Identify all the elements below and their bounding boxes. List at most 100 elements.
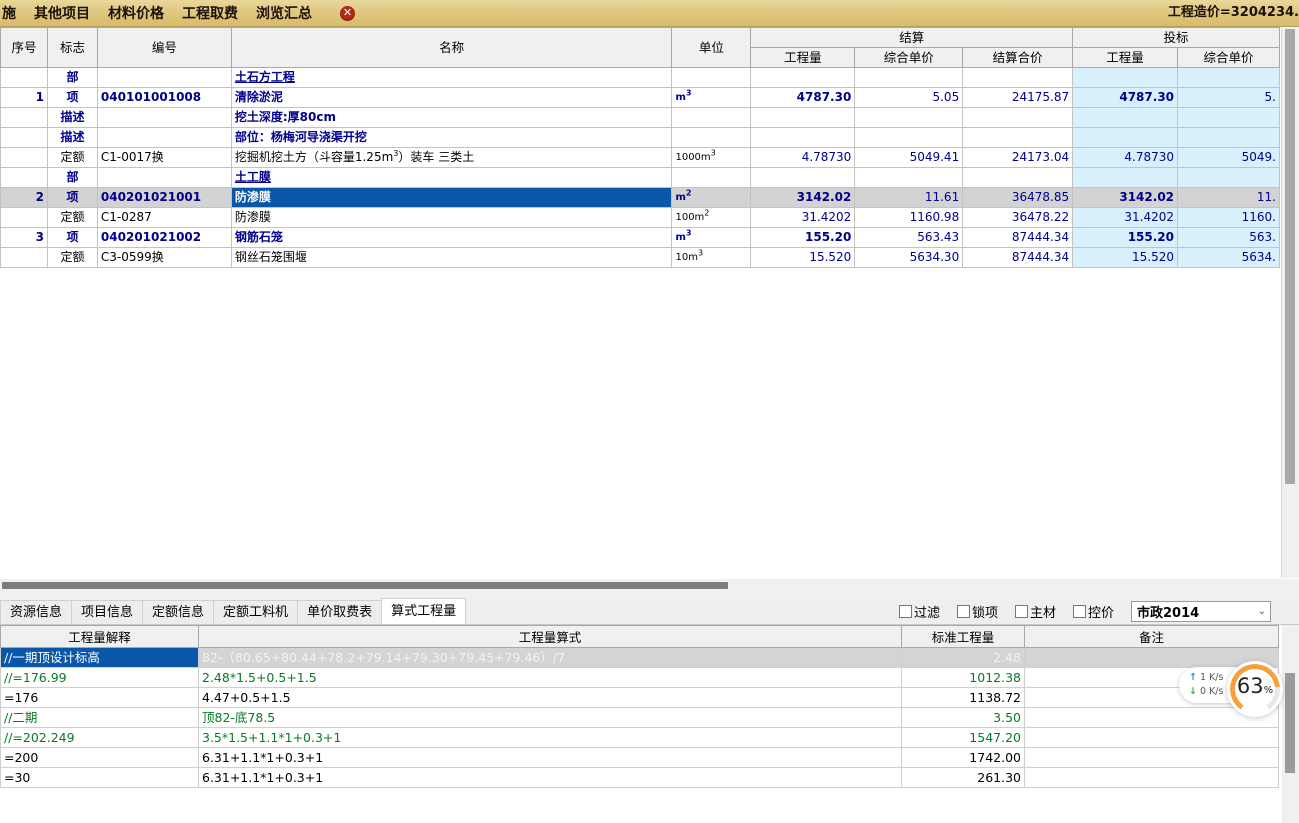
list-item[interactable]: //=202.249 3.5*1.5+1.1*1+0.3+1 1547.20 — [0, 727, 1279, 748]
list-item[interactable]: //二期 顶82-底78.5 3.50 — [0, 707, 1279, 728]
menu-item-1[interactable]: 其他项目 — [34, 3, 90, 23]
cell-settle-total — [962, 67, 1074, 88]
cell-explain[interactable]: //二期 — [0, 707, 199, 728]
menu-item-3[interactable]: 工程取费 — [182, 3, 238, 23]
bill-items-grid[interactable]: 序号 标志 编号 名称 单位 结算 投标 工程量 综合单价 结算合价 工程量 综合单价部土石方工程 1 项… — [0, 27, 1280, 578]
formula-quantity-grid[interactable]: 工程量解释 工程量算式 标准工程量 备注//一期顶设计标高 82-（80.65+80.4… — [0, 625, 1299, 823]
lower-col-header-3[interactable]: 备注 — [1024, 625, 1279, 648]
upper-vscroll-thumb[interactable] — [1285, 29, 1295, 484]
table-row[interactable]: 定额 C1-0017换 挖掘机挖土方（斗容量1.25m3）装车 三类土 1000m3 4… — [0, 147, 1280, 168]
chevron-down-icon[interactable]: ⌄ — [1258, 606, 1266, 617]
lower-col-header-1[interactable]: 工程量算式 — [198, 625, 902, 648]
cell-code: C3-0599换 — [96, 247, 232, 268]
cell-name[interactable]: 钢丝石笼围堰 — [230, 247, 673, 268]
table-row[interactable]: 3 项 040201021002 钢筋石笼 m3 155.20 563.43 87444.34… — [0, 227, 1280, 248]
menu-item-2[interactable]: 材料价格 — [108, 3, 164, 23]
tab-4[interactable]: 单价取费表 — [297, 600, 383, 624]
standard-library-select[interactable]: 市政2014 ⌄ — [1131, 601, 1271, 622]
network-speed-widget[interactable]: ↑ 1 K/s ↓ 0 K/s 63% — [1179, 661, 1284, 717]
list-item[interactable]: //=176.99 2.48*1.5+0.5+1.5 1012.38 — [0, 667, 1279, 688]
tab-2[interactable]: 定额信息 — [142, 600, 215, 624]
checkbox-box-lock[interactable] — [956, 605, 970, 618]
lower-vscroll-thumb[interactable] — [1285, 673, 1295, 773]
cell-explain[interactable]: //=202.249 — [0, 727, 199, 748]
col-header-1[interactable]: 标志 — [46, 27, 98, 68]
checkbox-box-filter[interactable] — [898, 605, 912, 618]
cell-name[interactable]: 挖掘机挖土方（斗容量1.25m3）装车 三类土 — [230, 147, 673, 168]
list-item[interactable]: =176 4.47+0.5+1.5 1138.72 — [0, 687, 1279, 708]
cell-formula[interactable]: 顶82-底78.5 — [198, 707, 902, 728]
lower-col-header-0[interactable]: 工程量解释 — [0, 625, 199, 648]
cell-formula[interactable]: 2.48*1.5+0.5+1.5 — [198, 667, 902, 688]
usage-gauge[interactable]: 63% — [1227, 661, 1283, 717]
cell-name[interactable]: 钢筋石笼 — [230, 227, 673, 248]
col-header-7[interactable]: 结算合价 — [962, 47, 1074, 68]
table-row[interactable]: 定额 C3-0599换 钢丝石笼围堰 10m3 15.520 5634.30 87444.3… — [0, 247, 1280, 268]
list-item[interactable]: =30 6.31+1.1*1+0.3+1 261.30 — [0, 767, 1279, 788]
checkbox-main-material[interactable]: 主材 — [1014, 602, 1056, 621]
col-header-5[interactable]: 工程量 — [750, 47, 856, 68]
lower-col-header-2[interactable]: 标准工程量 — [901, 625, 1025, 648]
cell-note[interactable] — [1024, 767, 1279, 788]
col-header-0[interactable]: 序号 — [0, 27, 48, 68]
menu-item-4[interactable]: 浏览汇总 — [256, 3, 312, 23]
table-row[interactable]: 描述 挖土深度:厚80cm — [0, 107, 1280, 128]
upper-hscroll-thumb[interactable] — [2, 582, 728, 589]
usage-percent-symbol: % — [1263, 685, 1274, 696]
col-header-9[interactable]: 综合单价 — [1177, 47, 1280, 68]
checkbox-box-price-control[interactable] — [1072, 605, 1086, 618]
tab-3[interactable]: 定额工料机 — [213, 600, 299, 624]
table-row[interactable]: 描述 部位：杨梅河导浇渠开挖 — [0, 127, 1280, 148]
menu-item-0[interactable]: 施 — [2, 3, 16, 23]
cell-note[interactable] — [1024, 727, 1279, 748]
cell-name[interactable]: 清除淤泥 — [230, 87, 673, 108]
tab-0[interactable]: 资源信息 — [0, 600, 73, 624]
cell-formula[interactable]: 4.47+0.5+1.5 — [198, 687, 902, 708]
table-row[interactable]: 定额 C1-0287 防渗膜 100m2 31.4202 1160.98 36478.22 3… — [0, 207, 1280, 228]
cell-settle-price: 5.05 — [854, 87, 964, 108]
cell-formula[interactable]: 6.31+1.1*1+0.3+1 — [198, 747, 902, 768]
cell-explain[interactable]: =176 — [0, 687, 199, 708]
cell-explain[interactable]: //=176.99 — [0, 667, 199, 688]
table-row[interactable]: 部 土工膜 — [0, 167, 1280, 188]
col-header-6[interactable]: 综合单价 — [854, 47, 964, 68]
table-row[interactable]: 1 项 040101001008 清除淤泥 m3 4787.30 5.05 24175.87 4… — [0, 87, 1280, 108]
cell-explain[interactable]: //一期顶设计标高 — [0, 647, 199, 668]
cell-note[interactable] — [1024, 747, 1279, 768]
cell-explain[interactable]: =200 — [0, 747, 199, 768]
checkbox-lock[interactable]: 锁项 — [956, 602, 998, 621]
group-header-bid[interactable]: 投标 — [1072, 27, 1280, 48]
table-row[interactable]: 部 土石方工程 — [0, 67, 1280, 88]
checkbox-price-control[interactable]: 控价 — [1072, 602, 1114, 621]
list-item[interactable]: =200 6.31+1.1*1+0.3+1 1742.00 — [0, 747, 1279, 768]
tab-1[interactable]: 项目信息 — [71, 600, 144, 624]
list-item[interactable]: //一期顶设计标高 82-（80.65+80.44+78.2+79.14+79.3… — [0, 647, 1279, 668]
cell-name[interactable]: 防渗膜 — [230, 187, 673, 208]
cell-settle-qty — [750, 107, 856, 128]
cell-name[interactable]: 防渗膜 — [230, 207, 673, 228]
checkbox-filter[interactable]: 过滤 — [898, 602, 940, 621]
col-header-2[interactable]: 编号 — [96, 27, 232, 68]
tab-5[interactable]: 算式工程量 — [381, 598, 467, 624]
cell-formula[interactable]: 3.5*1.5+1.1*1+0.3+1 — [198, 727, 902, 748]
lower-vertical-scrollbar[interactable] — [1282, 625, 1299, 823]
usage-percent-number: 63 — [1236, 674, 1264, 698]
upper-horizontal-scrollbar[interactable] — [0, 579, 1299, 597]
close-circle-icon[interactable]: ✕ — [340, 5, 355, 21]
cell-name[interactable]: 土工膜 — [230, 167, 673, 188]
group-header-settlement[interactable]: 结算 — [750, 27, 1074, 48]
table-row[interactable]: 2 项 040201021001 防渗膜 m2 3142.02 11.61 36478.85 3… — [0, 187, 1280, 208]
cell-name[interactable]: 土石方工程 — [230, 67, 673, 88]
cell-name[interactable]: 部位：杨梅河导浇渠开挖 — [230, 127, 673, 148]
col-header-4[interactable]: 单位 — [671, 27, 752, 68]
col-header-8[interactable]: 工程量 — [1072, 47, 1179, 68]
cell-name[interactable]: 挖土深度:厚80cm — [230, 107, 673, 128]
cell-explain[interactable]: =30 — [0, 767, 199, 788]
cell-formula[interactable]: 82-（80.65+80.44+78.2+79.14+79.30+79.45+7… — [198, 647, 902, 668]
cell-bid-qty: 31.4202 — [1072, 207, 1179, 228]
upper-vertical-scrollbar[interactable] — [1281, 27, 1299, 578]
cell-bid-qty — [1072, 67, 1179, 88]
col-header-3[interactable]: 名称 — [230, 27, 673, 68]
cell-formula[interactable]: 6.31+1.1*1+0.3+1 — [198, 767, 902, 788]
checkbox-box-main-material[interactable] — [1014, 605, 1028, 618]
